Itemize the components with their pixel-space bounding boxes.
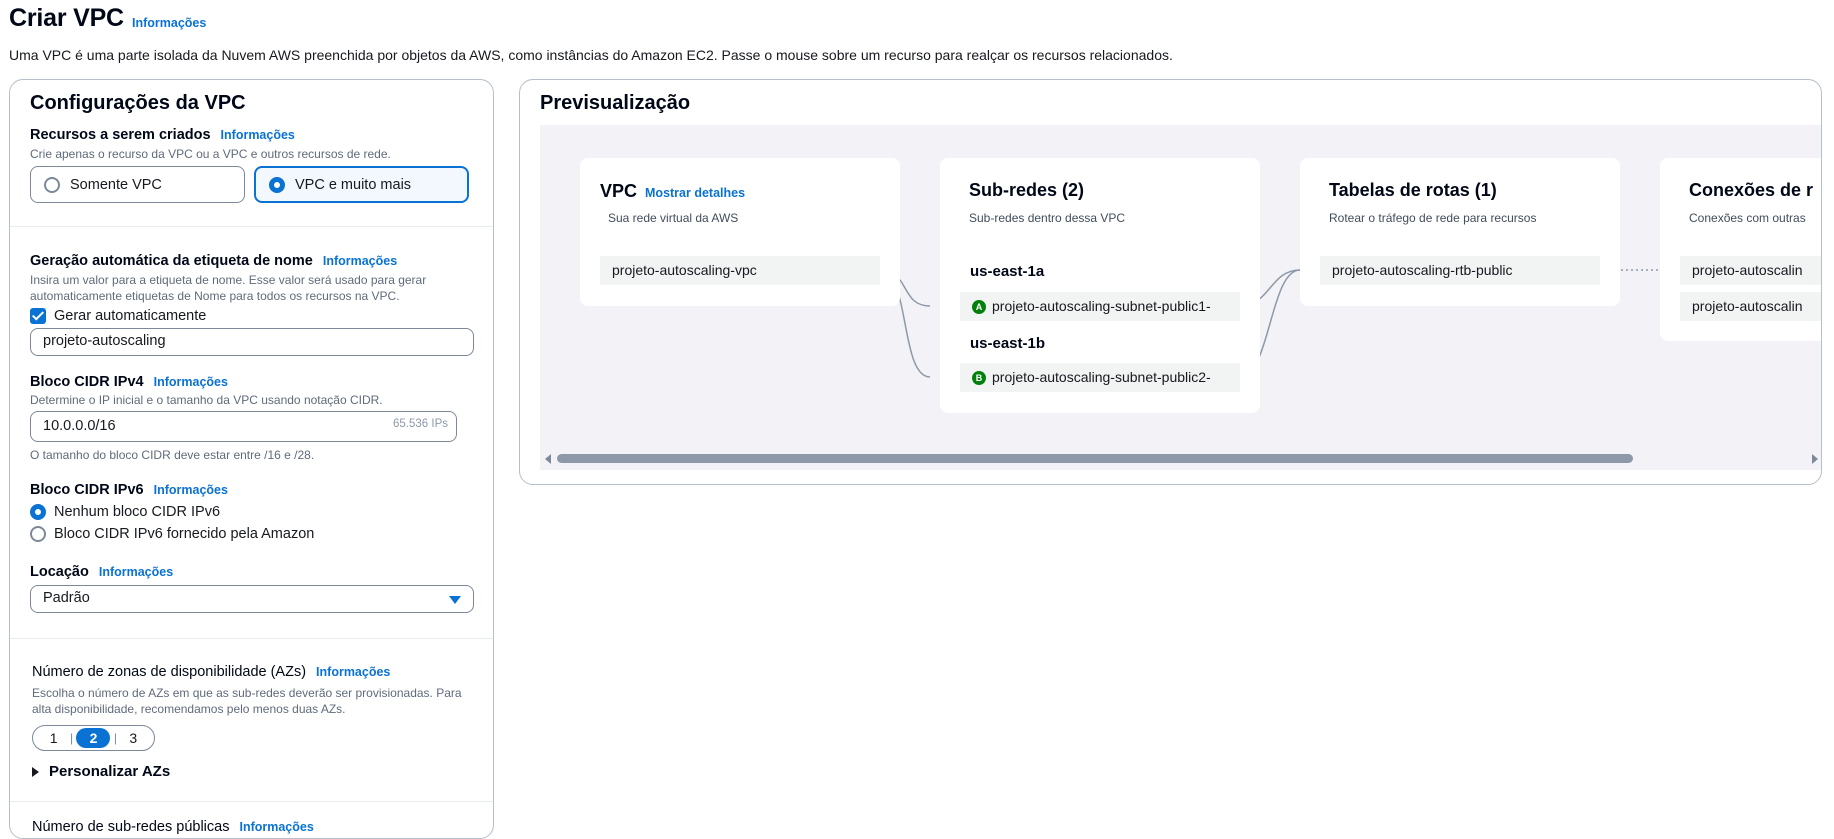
page-description: Uma VPC é uma parte isolada da Nuvem AWS… (9, 47, 1173, 63)
vpc-only-label: Somente VPC (70, 176, 162, 193)
tenancy-label: Locação Informações (30, 564, 173, 580)
azs-segmented-control: 1 | 2 | 3 (32, 725, 155, 751)
subnets-card-title: Sub-redes (2) (969, 180, 1085, 200)
customize-azs-label: Personalizar AZs (49, 763, 171, 780)
panel-title: Configurações da VPC (30, 92, 246, 114)
route-tables-card-subtitle: Rotear o tráfego de rede para recursos (1329, 211, 1537, 225)
ipv6-none-option[interactable]: Nenhum bloco CIDR IPv6 (30, 504, 220, 520)
caret-right-icon (32, 766, 39, 777)
name-tag-input[interactable]: projeto-autoscaling (30, 328, 474, 356)
auto-generate-row[interactable]: Gerar automaticamente (30, 308, 206, 324)
ipv4-constraint: O tamanho do bloco CIDR deve estar entre… (30, 448, 315, 462)
vpc-and-more-label: VPC e muito mais (295, 176, 412, 193)
az-b-badge-icon: B (972, 371, 986, 385)
connection-item[interactable]: projeto-autoscalin (1680, 256, 1821, 285)
route-table-item[interactable]: projeto-autoscaling-rtb-public (1320, 256, 1600, 285)
connections-card-title: Conexões de r (1689, 180, 1814, 200)
ipv4-description: Determine o IP inicial e o tamanho da VP… (30, 393, 383, 407)
ipv6-amazon-label: Bloco CIDR IPv6 fornecido pela Amazon (54, 526, 315, 542)
separator: | (113, 731, 117, 745)
subnet-item[interactable]: Bprojeto-autoscaling-subnet-public2- (960, 363, 1240, 392)
connection-item[interactable]: projeto-autoscalin (1680, 292, 1821, 321)
azs-label: Número de zonas de disponibilidade (AZs)… (32, 664, 390, 680)
azs-label-text: Número de zonas de disponibilidade (AZs) (32, 664, 307, 680)
route-tables-card: Tabelas de rotas (1) Rotear o tráfego de… (1300, 158, 1620, 306)
connections-card: Conexões de r Conexões com outras projet… (1660, 158, 1821, 341)
public-subnets-info-link[interactable]: Informações (239, 820, 313, 834)
az-label: us-east-1b (970, 335, 1046, 352)
divider (10, 226, 493, 227)
vpc-card-subtitle: Sua rede virtual da AWS (608, 211, 739, 225)
public-subnets-label: Número de sub-redes públicas Informações (32, 819, 314, 835)
azs-info-link[interactable]: Informações (316, 665, 390, 679)
route-tables-card-title: Tabelas de rotas (1) (1329, 180, 1497, 200)
ipv4-info-link[interactable]: Informações (154, 375, 228, 389)
vpc-resource-item[interactable]: projeto-autoscaling-vpc (600, 256, 880, 285)
ipv4-cidr-value: 10.0.0.0/16 (43, 418, 116, 434)
ipv6-label: Bloco CIDR IPv6 Informações (30, 482, 228, 498)
auto-generate-label: Gerar automaticamente (54, 308, 207, 324)
vpc-settings-panel: Configurações da VPC Recursos a serem cr… (9, 79, 494, 839)
ipv6-amazon-option[interactable]: Bloco CIDR IPv6 fornecido pela Amazon (30, 526, 314, 542)
name-tag-label: Geração automática da etiqueta de nome In… (30, 253, 397, 269)
subnet-item[interactable]: Aprojeto-autoscaling-subnet-public1- (960, 292, 1240, 321)
preview-panel: Previsualização VPC Mostrar detalhes Sua … (519, 79, 1822, 485)
horizontal-scrollbar[interactable] (540, 450, 1821, 466)
subnets-card-subtitle: Sub-redes dentro dessa VPC (969, 211, 1126, 225)
az-a-badge-icon: A (972, 300, 986, 314)
resources-label-text: Recursos a serem criados (30, 127, 211, 143)
radio-selected-icon (269, 176, 285, 193)
vpc-only-option[interactable]: Somente VPC (30, 166, 245, 203)
tenancy-value: Padrão (43, 590, 90, 606)
ipv4-label: Bloco CIDR IPv4 Informações (30, 374, 228, 390)
name-tag-info-link[interactable]: Informações (323, 254, 397, 268)
ipv6-label-text: Bloco CIDR IPv6 (30, 482, 144, 498)
az-label: us-east-1a (970, 263, 1045, 280)
radio-unselected-icon (44, 176, 60, 193)
az-option-2[interactable]: 2 (76, 728, 111, 748)
radio-unselected-icon (30, 526, 46, 542)
resources-description: Crie apenas o recurso da VPC ou a VPC e … (30, 147, 391, 161)
radio-selected-icon (30, 504, 46, 520)
subnets-card: Sub-redes (2) Sub-redes dentro dessa VPC… (940, 158, 1260, 413)
ipv4-count-suffix: 65.536 IPs (393, 418, 448, 430)
vpc-title-text: VPC (600, 181, 638, 201)
scroll-left-icon[interactable] (545, 454, 551, 464)
customize-azs-expander[interactable]: Personalizar AZs (32, 763, 170, 780)
preview-title: Previsualização (540, 92, 691, 114)
ipv4-cidr-input[interactable]: 10.0.0.0/16 65.536 IPs (30, 411, 457, 442)
ipv4-label-text: Bloco CIDR IPv4 (30, 374, 144, 390)
azs-description: Escolha o número de AZs em que as sub-re… (32, 686, 462, 716)
connections-card-subtitle: Conexões com outras (1689, 211, 1806, 225)
scrollbar-thumb[interactable] (557, 454, 1633, 463)
name-tag-label-text: Geração automática da etiqueta de nome (30, 253, 313, 269)
divider (10, 638, 493, 639)
az-option-1[interactable]: 1 (41, 730, 67, 746)
tenancy-label-text: Locação (30, 564, 89, 580)
tenancy-select[interactable]: Padrão (30, 585, 474, 613)
page-title: Criar VPC (9, 4, 124, 32)
ipv6-none-label: Nenhum bloco CIDR IPv6 (54, 504, 221, 520)
divider (10, 801, 493, 802)
caret-down-icon (449, 596, 461, 604)
scroll-right-icon[interactable] (1812, 454, 1818, 464)
subnet-name: projeto-autoscaling-subnet-public2- (992, 369, 1211, 385)
az-option-3[interactable]: 3 (120, 730, 146, 746)
subnet-name: projeto-autoscaling-subnet-public1- (992, 298, 1211, 314)
tenancy-info-link[interactable]: Informações (99, 565, 173, 579)
separator: | (70, 731, 74, 745)
info-link[interactable]: Informações (132, 16, 206, 30)
show-details-link[interactable]: Mostrar detalhes (645, 186, 745, 200)
vpc-card-title: VPC Mostrar detalhes (600, 181, 745, 202)
resources-label: Recursos a serem criados Informações (30, 127, 295, 143)
vpc-card: VPC Mostrar detalhes Sua rede virtual da … (580, 158, 900, 306)
vpc-and-more-option[interactable]: VPC e muito mais (254, 166, 469, 203)
public-subnets-label-text: Número de sub-redes públicas (32, 819, 230, 835)
name-tag-description: Insira um valor para a etiqueta de nome.… (30, 273, 427, 303)
preview-diagram: VPC Mostrar detalhes Sua rede virtual da … (540, 125, 1821, 470)
checkbox-checked-icon[interactable] (30, 308, 46, 324)
resources-info-link[interactable]: Informações (221, 128, 295, 142)
ipv6-info-link[interactable]: Informações (154, 483, 228, 497)
